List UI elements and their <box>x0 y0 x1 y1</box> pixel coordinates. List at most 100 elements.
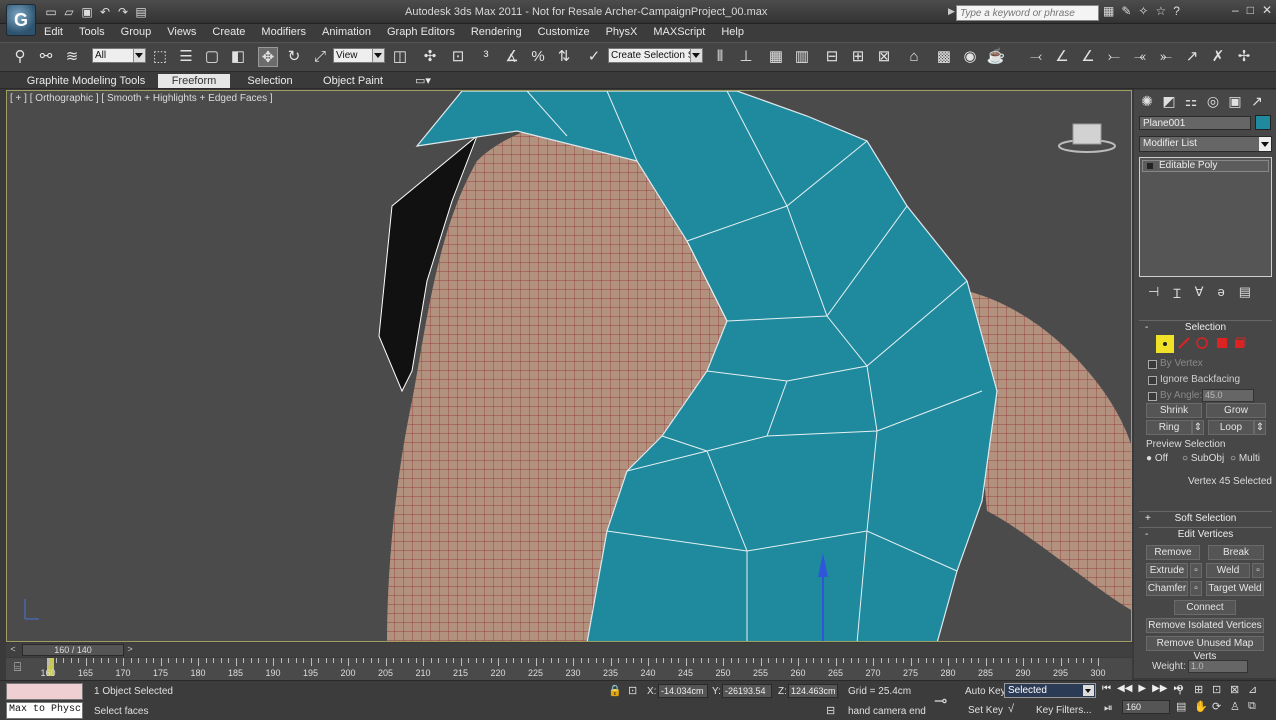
edge-subobject-icon[interactable] <box>1178 337 1190 349</box>
rectangular-selection-icon[interactable]: ▢ <box>202 47 222 67</box>
bone-tool-icon-4[interactable]: ⤚ <box>1104 47 1124 67</box>
undo-icon[interactable]: ↶ <box>98 5 112 19</box>
border-subobject-icon[interactable] <box>1196 337 1208 349</box>
favorites-icon[interactable]: ☆ <box>1155 4 1166 18</box>
menu-help[interactable]: Help <box>713 24 752 41</box>
link-icon[interactable]: ⚲ <box>10 47 30 67</box>
y-coordinate-field[interactable]: -26193.54 <box>722 684 772 698</box>
extrude-settings-icon[interactable]: ▫ <box>1190 563 1202 578</box>
search-input[interactable] <box>956 5 1099 21</box>
by-angle-checkbox[interactable]: By Angle: <box>1148 390 1202 401</box>
extrude-button[interactable]: Extrude <box>1146 563 1188 578</box>
open-file-icon[interactable]: ▱ <box>62 5 76 19</box>
graphite-toggle-icon[interactable]: ▥ <box>792 47 812 67</box>
preview-off-radio[interactable]: ● Off <box>1146 453 1168 464</box>
curve-editor-icon[interactable]: ⊟ <box>822 47 842 67</box>
by-vertex-checkbox[interactable]: By Vertex <box>1148 358 1203 369</box>
maximize-icon[interactable]: □ <box>1247 3 1254 17</box>
bind-space-warp-icon[interactable]: ≋ <box>62 47 82 67</box>
auto-key-button[interactable]: Auto Key <box>965 686 1006 697</box>
menu-modifiers[interactable]: Modifiers <box>253 24 314 41</box>
display-tab-icon[interactable]: ▣ <box>1226 92 1244 110</box>
time-slider[interactable]: < 160 / 140 > <box>6 643 1132 657</box>
preview-subobj-radio[interactable]: ○ SubObj <box>1182 453 1224 464</box>
menu-create[interactable]: Create <box>204 24 253 41</box>
stack-item-editable-poly[interactable]: Editable Poly <box>1142 160 1269 172</box>
current-frame-field[interactable]: 160 <box>1122 700 1170 714</box>
redo-icon[interactable]: ↷ <box>116 5 130 19</box>
bone-tool-icon-1[interactable]: ⤙ <box>1026 47 1046 67</box>
make-unique-icon[interactable]: ∀ <box>1195 284 1204 302</box>
brush-tool-icon[interactable]: ↗ <box>1182 47 1202 67</box>
x-coordinate-field[interactable]: -14.034cm <box>658 684 708 698</box>
window-crossing-icon[interactable]: ◧ <box>228 47 248 67</box>
zoom-extents-all-icon[interactable]: ⊠ <box>1230 683 1248 696</box>
menu-animation[interactable]: Animation <box>314 24 379 41</box>
key-tangent-icon[interactable]: √ <box>1008 703 1014 715</box>
play-icon[interactable]: ▶ <box>1138 683 1146 694</box>
polygon-subobject-icon[interactable] <box>1216 337 1228 349</box>
show-end-result-icon[interactable]: Ɪ <box>1173 284 1180 302</box>
pan-icon[interactable]: ✋ <box>1194 700 1212 713</box>
percent-snap-icon[interactable]: % <box>528 47 548 67</box>
previous-key-icon[interactable]: ◀◀ <box>1117 683 1132 694</box>
maxscript-listener-output[interactable] <box>6 683 83 700</box>
mini-curve-editor-icon[interactable]: ⌸ <box>14 660 21 675</box>
close-icon[interactable]: ✕ <box>1262 3 1272 17</box>
tools-icon[interactable]: ✎ <box>1121 4 1131 18</box>
edit-vertices-rollout-header[interactable]: - Edit Vertices <box>1139 527 1272 541</box>
by-angle-spinner[interactable]: 45.0 <box>1202 389 1254 402</box>
unlink-icon[interactable]: ⚯ <box>36 47 56 67</box>
mirror-icon[interactable]: ⫴ <box>710 47 730 67</box>
shrink-button[interactable]: Shrink <box>1146 403 1202 418</box>
select-and-move-icon[interactable]: ✥ <box>258 47 278 67</box>
ignore-backfacing-checkbox[interactable]: Ignore Backfacing <box>1148 374 1240 385</box>
loop-spinner[interactable]: ⇕ <box>1254 420 1266 435</box>
tab-selection[interactable]: Selection <box>240 74 300 88</box>
keyboard-shortcut-override-icon[interactable]: ⊡ <box>448 47 468 67</box>
project-folder-icon[interactable]: ▤ <box>134 5 148 19</box>
menu-tools[interactable]: Tools <box>71 24 113 41</box>
weight-spinner[interactable]: 1.0 <box>1188 660 1248 673</box>
note-tool-icon-2[interactable]: ⤜ <box>1156 47 1176 67</box>
key-mode-toggle-icon[interactable]: ⏯ <box>1104 702 1113 715</box>
weld-button[interactable]: Weld <box>1206 563 1250 578</box>
preview-multi-radio[interactable]: ○ Multi <box>1230 453 1260 464</box>
weld-settings-icon[interactable]: ▫ <box>1252 563 1264 578</box>
reference-coordinate-dropdown[interactable]: View <box>333 48 385 63</box>
menu-maxscript[interactable]: MAXScript <box>645 24 713 41</box>
application-button[interactable]: G <box>6 4 36 36</box>
maxscript-mini-listener[interactable]: Max to Physc <box>6 702 83 719</box>
layer-manager-icon[interactable]: ▦ <box>766 47 786 67</box>
select-and-scale-icon[interactable]: ⤢ <box>310 47 330 67</box>
new-file-icon[interactable]: ▭ <box>44 5 58 19</box>
zoom-extents-icon[interactable]: ⊡ <box>1212 683 1230 696</box>
menu-group[interactable]: Group <box>113 24 160 41</box>
create-tab-icon[interactable]: ✺ <box>1138 92 1156 110</box>
walkthrough-icon[interactable]: ♙ <box>1230 700 1248 713</box>
material-editor-icon[interactable]: ⊠ <box>874 47 894 67</box>
selection-filter-dropdown[interactable]: All <box>92 48 146 63</box>
hierarchy-tab-icon[interactable]: ⚏ <box>1182 92 1200 110</box>
communication-icon[interactable]: ✧ <box>1138 4 1148 18</box>
menu-graph-editors[interactable]: Graph Editors <box>379 24 463 41</box>
search-expand-icon[interactable]: ▶ <box>948 6 955 17</box>
menu-edit[interactable]: Edit <box>36 24 71 41</box>
pin-tool-icon[interactable]: ✢ <box>1234 47 1254 67</box>
connect-button[interactable]: Connect <box>1174 600 1236 615</box>
named-selection-dropdown[interactable]: Create Selection Se <box>608 48 703 63</box>
go-to-start-icon[interactable]: ⏮ <box>1102 683 1111 694</box>
tab-graphite-modeling-tools[interactable]: Graphite Modeling Tools <box>22 74 150 88</box>
subscription-icon[interactable]: ▦ <box>1103 4 1114 18</box>
motion-tab-icon[interactable]: ◎ <box>1204 92 1222 110</box>
pivot-center-icon[interactable]: ◫ <box>390 47 410 67</box>
remove-modifier-icon[interactable]: ə <box>1217 284 1224 302</box>
key-filters-button[interactable]: Key Filters... <box>1036 705 1092 716</box>
chamfer-settings-icon[interactable]: ▫ <box>1190 581 1202 596</box>
help-icon[interactable]: ? <box>1173 4 1180 18</box>
tab-freeform[interactable]: Freeform <box>158 74 230 88</box>
maximize-viewport-icon[interactable]: ⧉ <box>1248 700 1266 713</box>
bone-tool-icon-2[interactable]: ∠ <box>1052 47 1072 67</box>
configure-sets-icon[interactable]: ▤ <box>1239 284 1251 302</box>
chamfer-button[interactable]: Chamfer <box>1146 581 1188 596</box>
